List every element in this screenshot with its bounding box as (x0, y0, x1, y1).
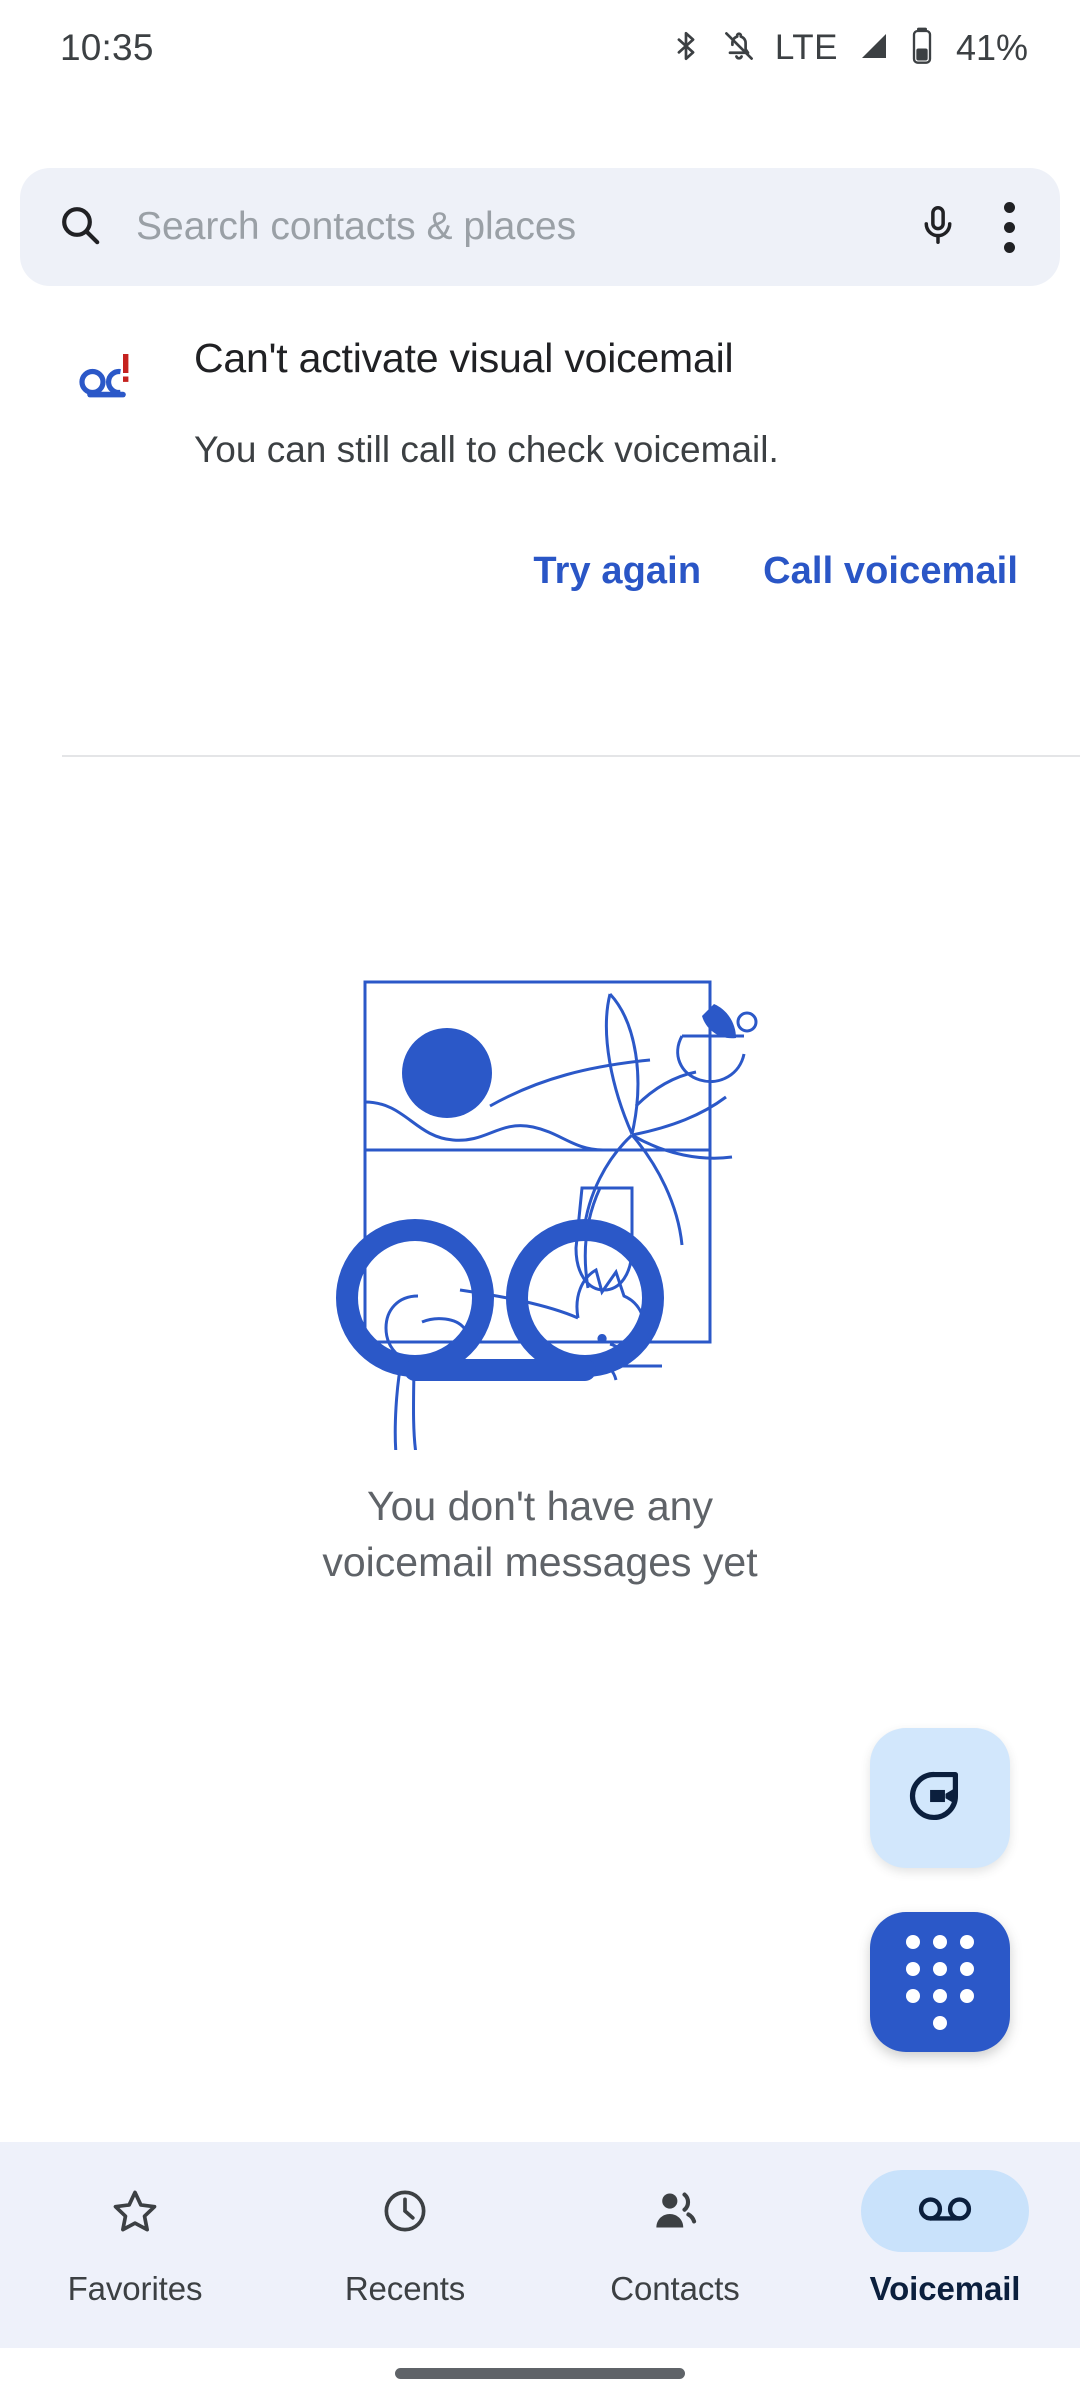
voicemail-error-icon (76, 350, 138, 411)
search-icon (56, 201, 104, 254)
nav-item-contacts[interactable]: Contacts (540, 2142, 810, 2308)
notifications-off-icon (721, 26, 757, 71)
video-call-icon (907, 1763, 973, 1834)
video-call-fab[interactable] (870, 1728, 1010, 1868)
cat-window-voicemail-illustration (310, 930, 770, 1450)
try-again-button[interactable]: Try again (533, 540, 701, 603)
call-voicemail-button[interactable]: Call voicemail (763, 540, 1018, 603)
network-type-label: LTE (774, 28, 838, 67)
nav-label-favorites: Favorites (67, 2270, 203, 2307)
status-bar-clock: 10:35 (60, 27, 154, 68)
nav-label-recents: Recents (344, 2270, 466, 2307)
empty-state-line-1: You don't have any (366, 1483, 713, 1529)
search-bar[interactable]: Search contacts & places (20, 168, 1060, 286)
nav-item-voicemail[interactable]: Voicemail (810, 2142, 1080, 2308)
visual-voicemail-error-texts: Can't activate visual voicemail You can … (194, 330, 779, 476)
dialpad-fab[interactable] (870, 1912, 1010, 2052)
empty-state-text: You don't have any voicemail messages ye… (322, 1478, 757, 1590)
bluetooth-icon (669, 26, 703, 71)
empty-state: You don't have any voicemail messages ye… (0, 930, 1080, 1590)
bottom-navigation-bar: Favorites Recents Contacts Voicemail (0, 2142, 1080, 2348)
voicemail-icon (861, 2170, 1029, 2252)
empty-state-line-2: voicemail messages yet (322, 1539, 758, 1585)
status-bar: 10:35 LTE 41% (0, 0, 1080, 96)
more-options-icon[interactable] (994, 201, 1024, 253)
dialpad-icon (906, 1934, 974, 2030)
visual-voicemail-error-title: Can't activate visual voicemail (194, 335, 734, 381)
nav-label-contacts: Contacts (610, 2270, 740, 2307)
phone-screen: 10:35 LTE 41% Search contacts & places C… (0, 0, 1080, 2400)
nav-item-favorites[interactable]: Favorites (0, 2142, 270, 2308)
nav-item-recents[interactable]: Recents (270, 2142, 540, 2308)
signal-icon (856, 26, 892, 71)
visual-voicemail-error-row: Can't activate visual voicemail You can … (0, 330, 1080, 476)
gesture-navigation-bar[interactable] (395, 2368, 685, 2379)
microphone-icon[interactable] (916, 201, 960, 254)
battery-percentage-label: 41% (955, 27, 1028, 68)
battery-icon (910, 26, 934, 71)
search-input[interactable]: Search contacts & places (136, 205, 916, 249)
star-icon (51, 2170, 219, 2252)
nav-label-voicemail: Voicemail (869, 2270, 1021, 2307)
visual-voicemail-error-body: You can still call to check voicemail. (194, 429, 779, 470)
section-divider (62, 755, 1080, 757)
visual-voicemail-error-card: Can't activate visual voicemail You can … (0, 330, 1080, 603)
people-icon (591, 2170, 759, 2252)
clock-icon (321, 2170, 489, 2252)
visual-voicemail-error-actions: Try again Call voicemail (0, 540, 1080, 603)
status-bar-icons: LTE 41% (669, 26, 1028, 71)
